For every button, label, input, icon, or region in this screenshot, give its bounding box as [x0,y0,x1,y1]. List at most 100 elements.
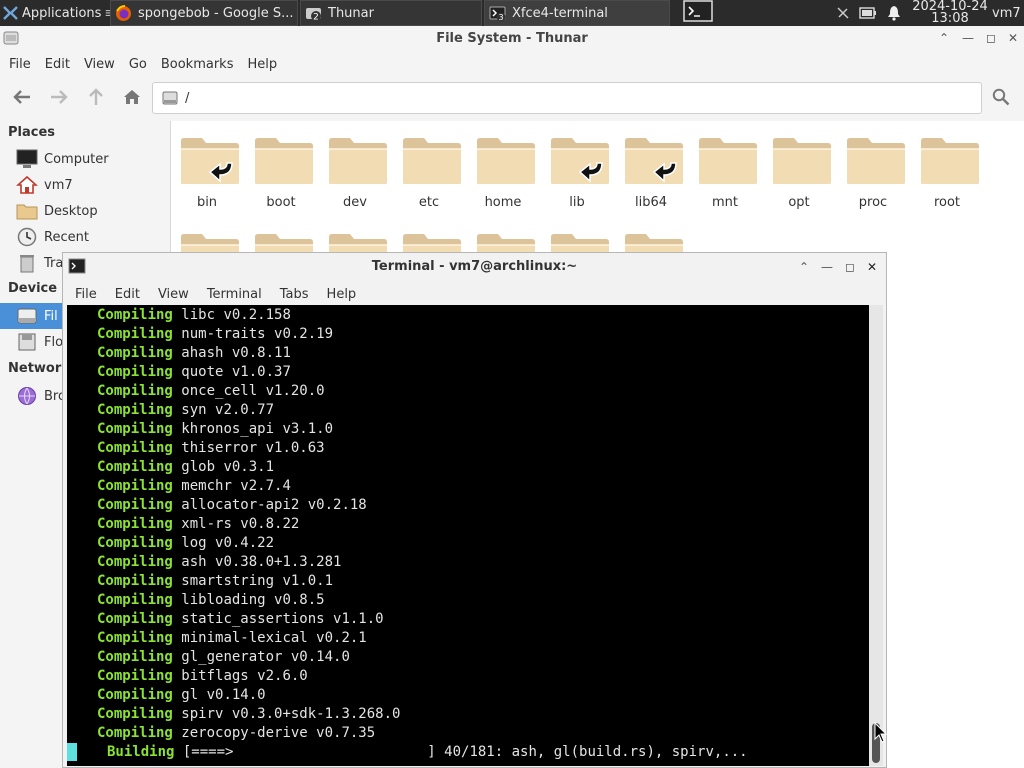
arrow-right-icon [51,90,68,104]
folder-item[interactable]: bin [174,121,240,211]
menu-bookmarks[interactable]: Bookmarks [161,57,234,72]
battery-icon[interactable] [856,0,880,26]
terminal-line: Compiling ahash v0.8.11 [97,345,291,361]
terminal-menu-file[interactable]: File [75,287,97,302]
folder-item[interactable]: lib64 [618,121,684,211]
sidebar-label: Flo [44,334,64,350]
folder-item[interactable]: root [914,121,980,211]
user-menu[interactable]: vm7 [992,0,1024,26]
terminal-line: Compiling bitflags v2.6.0 [97,668,308,684]
taskbar-label-thunar: Thunar [328,5,374,21]
terminal-line: Compiling minimal-lexical v0.2.1 [97,630,367,646]
folder-icon [846,135,906,185]
folder-icon [920,135,980,185]
terminal-minimize-button[interactable]: — [819,259,835,275]
folder-icon [16,201,38,221]
folder-icon [772,135,832,185]
folder-item[interactable]: proc [840,121,906,211]
taskbar-item-firefox[interactable]: spongebob - Google S... [110,0,298,26]
thunar-minimize-button[interactable]: ⌃ [936,30,952,46]
folder-item[interactable]: home [470,121,536,211]
network-disconnected-icon[interactable] [832,0,854,26]
terminal-output[interactable]: Compiling libc v0.2.158 Compiling num-tr… [67,305,869,766]
sidebar-item-home[interactable]: vm7 [0,172,170,198]
folder-name: boot [266,195,296,210]
user-name: vm7 [992,5,1021,21]
terminal-line: Compiling static_assertions v1.1.0 [97,611,384,627]
forward-button[interactable] [46,84,72,110]
terminal-line: Compiling glob v0.3.1 [97,459,275,475]
menu-view[interactable]: View [84,57,115,72]
firefox-icon [115,4,132,22]
terminal-close-button[interactable]: ✕ [864,259,880,275]
search-button[interactable] [988,84,1014,110]
folder-icon [476,135,536,185]
terminal-line: Compiling log v0.4.22 [97,535,275,551]
terminal-menu-help[interactable]: Help [327,287,357,302]
folder-name: etc [418,195,440,210]
trash-icon [16,253,38,273]
sidebar-label: vm7 [44,177,73,193]
taskbar-item-thunar[interactable]: 2 Thunar [300,0,482,26]
terminal-line: Compiling xml-rs v0.8.22 [97,516,300,532]
thunar-maximize-button[interactable]: ◻ [983,30,999,46]
thunar-menubar: File Edit View Go Bookmarks Help [0,53,282,75]
folder-item[interactable]: lib [544,121,610,211]
computer-icon [16,149,38,169]
sidebar-item-desktop[interactable]: Desktop [0,198,170,224]
terminal-line: Compiling spirv v0.3.0+sdk-1.3.268.0 [97,706,401,722]
back-button[interactable] [9,84,35,110]
folder-name: home [484,195,522,210]
terminal-window-icon [683,0,713,26]
terminal-menu-view[interactable]: View [158,287,189,302]
taskbar-item-terminal[interactable]: 3 Xfce4-terminal [484,0,670,26]
sidebar-item-computer[interactable]: Computer [0,146,170,172]
folder-item[interactable]: opt [766,121,832,211]
active-window-terminal-button[interactable] [680,0,716,26]
terminal-scrollbar[interactable] [869,305,883,766]
sidebar-label: Fil [44,308,58,324]
sidebar-label: Computer [44,151,109,167]
location-bar[interactable]: / [152,82,982,114]
terminal-status-line: Building [====> ] 40/181: ash, gl(build.… [107,744,748,760]
folder-item[interactable]: boot [248,121,314,211]
home-button[interactable] [119,84,145,110]
terminal-shade-button[interactable]: ⌃ [796,259,812,275]
terminal-menu-tabs[interactable]: Tabs [280,287,309,302]
folder-item[interactable]: mnt [692,121,758,211]
terminal-menu-terminal[interactable]: Terminal [207,287,262,302]
thunar-close-button[interactable]: ✕ [1005,30,1021,46]
search-icon [992,88,1010,106]
svg-text:2: 2 [313,12,319,22]
terminal-line: Compiling khronos_api v3.1.0 [97,421,334,437]
folder-item[interactable]: etc [396,121,462,211]
folder-name: dev [343,195,367,210]
folder-name: lib64 [634,195,668,210]
folder-name: mnt [712,195,738,210]
terminal-line: Compiling zerocopy-derive v0.7.35 [97,725,376,741]
menu-help[interactable]: Help [247,57,277,72]
menu-file[interactable]: File [9,57,31,72]
arrow-up-icon [89,88,103,105]
menu-edit[interactable]: Edit [45,57,70,72]
terminal-maximize-button[interactable]: ◻ [842,259,858,275]
drive-icon [16,306,38,326]
location-path: / [185,90,190,106]
terminal-menu-edit[interactable]: Edit [115,287,140,302]
top-panel: Applications ≡ spongebob - Google S... 2… [0,0,1024,26]
terminal-line: Compiling thiserror v1.0.63 [97,440,325,456]
applications-menu-button[interactable]: Applications ≡ [0,0,110,26]
terminal-line: Compiling memchr v2.7.4 [97,478,291,494]
terminal-title: Terminal - vm7@archlinux:~ [371,259,578,274]
menu-go[interactable]: Go [129,57,147,72]
notification-bell-icon[interactable] [884,0,904,26]
sidebar-item-recent[interactable]: Recent [0,224,170,250]
terminal-line: Compiling quote v1.0.37 [97,364,291,380]
folder-item[interactable]: dev [322,121,388,211]
thunar-minimize-icon[interactable]: — [960,30,976,46]
parent-folder-button[interactable] [83,84,109,110]
folder-icon [698,135,758,185]
xfce-logo-icon [2,5,19,22]
folder-link-icon [550,135,610,185]
clock[interactable]: 2024-10-24 13:08 [912,0,988,26]
